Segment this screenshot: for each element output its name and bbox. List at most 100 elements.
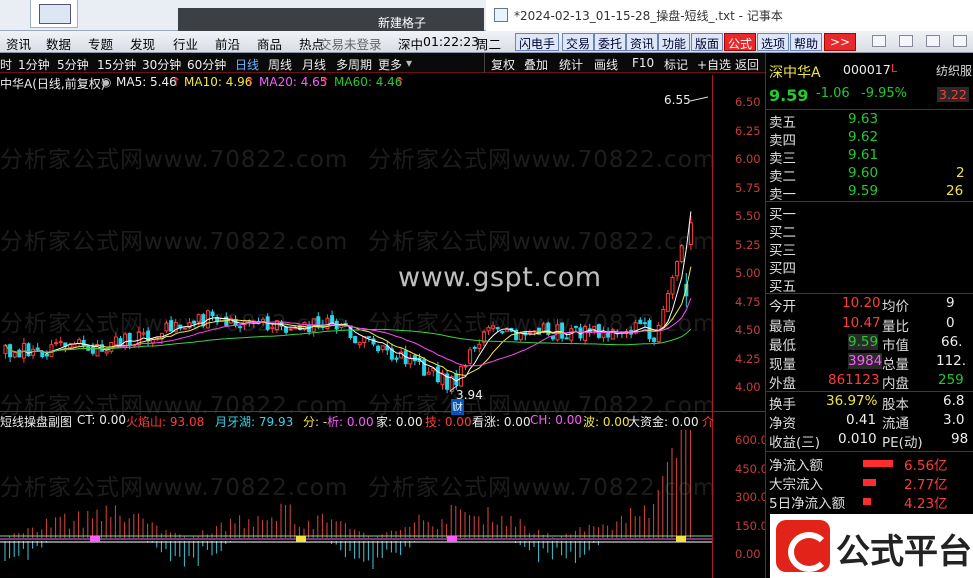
weekday: 周二 [476,37,502,52]
stat-value: 9 [946,295,955,311]
stat-label: 净资 [769,416,796,432]
candle-body [670,277,675,295]
formula-button[interactable]: 公式 [724,33,757,51]
stock-sector[interactable]: 纺织服 [936,62,972,79]
trade-button[interactable]: 交易 [562,33,595,51]
quote-panel: 深中华A 000017 L 纺织服 9.59 -1.06 -9.95% 3.22… [765,53,973,578]
huoyan-value: 火焰山: 93.08 [126,415,205,429]
tf-monthly[interactable]: 月线 [302,56,326,73]
bid-2: 买二 [766,221,973,241]
shirt-icon[interactable] [872,35,886,47]
bid-4: 买四 [766,257,973,277]
menu-item-faxian[interactable]: 发现 [130,34,155,53]
kanzhang-value: 看涨: 0.00 [472,415,531,429]
menu-item-qianyan[interactable]: 前沿 [215,34,240,53]
stat-value: 0.010 [838,431,877,447]
ask-volume: 26 [946,183,964,199]
close-icon[interactable] [953,35,967,47]
maximize-icon[interactable] [926,35,940,47]
tf-daily[interactable]: 日线 [235,56,259,73]
divider [766,391,973,392]
stat-value: 3.0 [943,412,965,428]
ch-value: CH: 0.00 [530,413,582,427]
stat-value: 861123 [828,372,880,388]
overlay-button[interactable]: 叠加 [524,56,548,73]
bid-5: 买五 [766,275,973,295]
news-button[interactable]: 资讯 [626,33,659,51]
ji-value: 技: 0.00 [425,415,472,429]
options-button[interactable]: 选项 [757,33,790,51]
brand-logo: 公式平台 [770,514,973,578]
menu-item-hangye[interactable]: 行业 [173,34,198,53]
watermark: 分析家公式网www.70822.com [368,229,717,255]
app-logo-icon [30,0,78,28]
axis-label: 6.50 [735,95,761,109]
stat-row: 净资 0.41 流通 3.0 [766,412,973,432]
more-button[interactable]: >> [824,33,856,51]
flow-value: 6.56亿 [904,458,948,474]
minimize-icon[interactable] [899,35,913,47]
mark-button[interactable]: 标记 [664,56,688,73]
tf-15min[interactable]: 15分钟 [97,56,136,73]
flow-row: 5日净流入额 4.23亿 [766,492,973,512]
ask-2: 卖二 9.60 2 [766,165,973,185]
function-button[interactable]: 功能 [658,33,691,51]
ask-price: 9.59 [848,183,879,199]
tf-5min[interactable]: 5分钟 [57,56,89,73]
tf-more[interactable]: 更多 [378,56,402,73]
dazijin-value: 大资金: 0.00 [628,415,699,429]
menu-item-zhuanti[interactable]: 专题 [88,34,113,53]
tf-30min[interactable]: 30分钟 [142,56,181,73]
restore-rights-button[interactable]: 复权 [491,56,515,73]
ma60-arrow-icon: ↑ [395,75,406,89]
layout-button[interactable]: 版面 [691,33,724,51]
sub-indicator-name[interactable]: 短线操盘副图 [0,413,72,430]
tf-1min[interactable]: 1分钟 [18,56,50,73]
menu-item-shangpin[interactable]: 商品 [257,34,282,53]
toolbar-separator [484,53,485,73]
tf-multi[interactable]: 多周期 [336,56,372,73]
ask-price: 9.63 [848,111,879,127]
notepad-title[interactable]: *2024-02-13_01-15-28_操盘-短线_.txt - 记事本 [486,0,973,31]
stat-value: 10.47 [842,315,881,331]
shandianshou-button[interactable]: 闪电手 [515,33,560,51]
ct-value: CT: 0.00 [77,413,126,427]
f10-button[interactable]: F10 [632,56,654,70]
menu-item-zixun[interactable]: 资讯 [6,34,31,53]
stats-button[interactable]: 统计 [559,56,583,73]
candle-body [54,342,59,345]
divider [766,201,973,202]
add-watchlist-button[interactable]: +自选 [697,56,731,73]
order-button[interactable]: 委托 [594,33,627,51]
axis-label: 4.25 [735,352,761,366]
candle-body [394,357,399,360]
stat-value: 9.59 [848,334,879,350]
back-button[interactable]: 返回 [735,56,759,73]
ask-label: 卖一 [769,187,796,203]
bid-1: 买一 [766,203,973,223]
flow-row: 净流入额 6.56亿 [766,454,973,474]
candle-body [104,350,109,354]
draw-line-button[interactable]: 画线 [594,56,618,73]
tf-hour[interactable]: 时 [0,56,12,73]
tf-60min[interactable]: 60分钟 [187,56,226,73]
brand-logo-icon [776,520,830,572]
stat-label: 换手 [769,397,796,413]
ask-label: 卖三 [769,151,796,167]
stat-value: 10.20 [842,295,881,311]
candle-body [72,343,77,348]
signal-marker [447,536,457,542]
bo-value: 波: 0.00 [583,415,630,429]
tf-more-dropdown-icon[interactable]: ▾ [406,56,412,70]
signal-marker [296,536,306,542]
menu-item-shuju[interactable]: 数据 [46,34,71,53]
tf-weekly[interactable]: 周线 [268,56,292,73]
candle-body [371,338,376,345]
help-button[interactable]: 帮助 [790,33,823,51]
flow-value: 2.77亿 [904,477,948,493]
trade-status[interactable]: 交易未登录 [319,34,382,53]
settings-toggle-icon[interactable]: ◉ [101,75,111,89]
sub-indicator-chart[interactable] [0,430,712,578]
stat-label: 外盘 [769,376,796,392]
axis-label: 5.75 [735,181,761,195]
